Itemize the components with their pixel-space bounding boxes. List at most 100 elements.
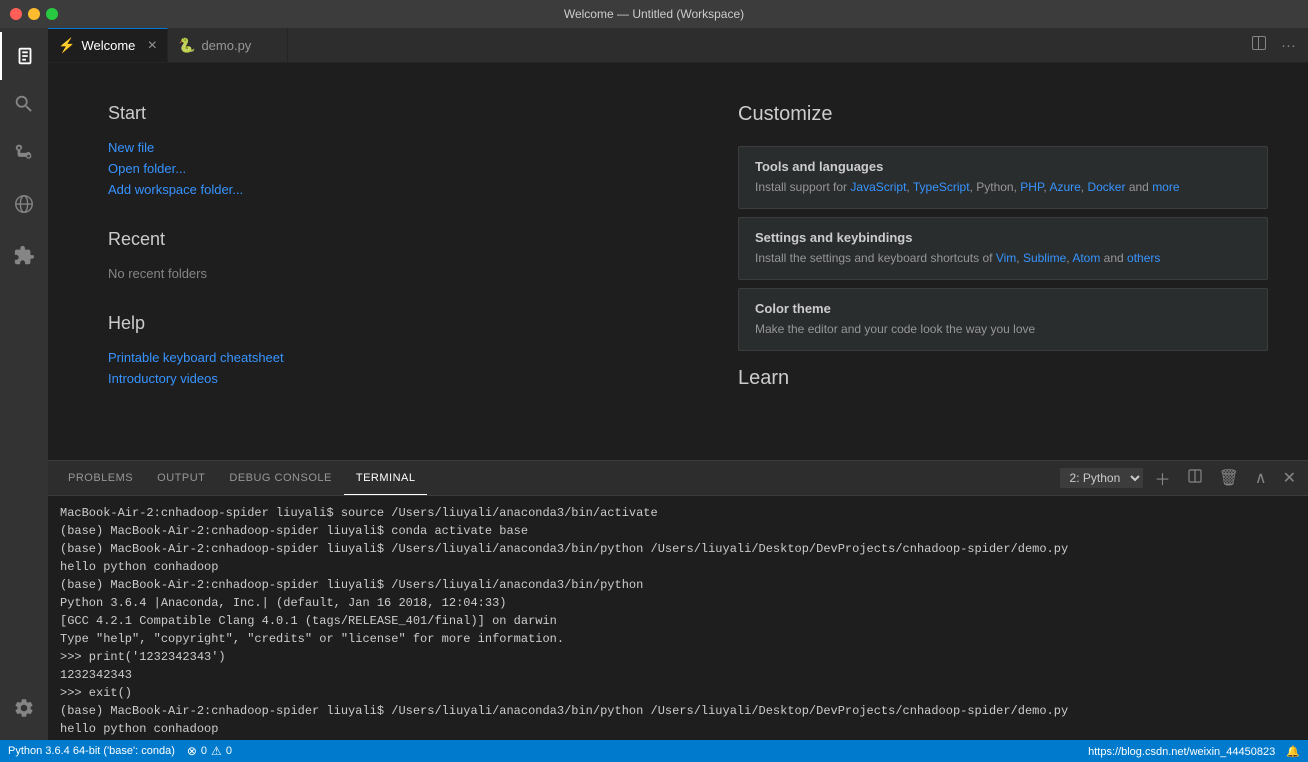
vim-link[interactable]: Vim bbox=[996, 251, 1016, 265]
intro-videos-link[interactable]: Introductory videos bbox=[108, 371, 638, 386]
warn-count: 0 bbox=[226, 745, 232, 757]
activity-icon-extensions[interactable] bbox=[0, 232, 48, 280]
color-theme-card[interactable]: Color theme Make the editor and your cod… bbox=[738, 288, 1268, 351]
recent-section: Recent No recent folders bbox=[108, 229, 638, 281]
settings-keybindings-card[interactable]: Settings and keybindings Install the set… bbox=[738, 217, 1268, 280]
settings-keybindings-title: Settings and keybindings bbox=[755, 230, 1251, 245]
open-folder-link[interactable]: Open folder... bbox=[108, 161, 638, 176]
tools-languages-card[interactable]: Tools and languages Install support for … bbox=[738, 146, 1268, 209]
status-url[interactable]: https://blog.csdn.net/weixin_44450823 bbox=[1088, 746, 1275, 758]
split-editor-button[interactable] bbox=[1247, 33, 1271, 57]
demo-tab-icon: 🐍 bbox=[178, 37, 195, 54]
split-terminal-button[interactable] bbox=[1183, 466, 1207, 491]
terminal-output[interactable]: MacBook-Air-2:cnhadoop-spider liuyali$ s… bbox=[48, 496, 1308, 740]
settings-keybindings-desc: Install the settings and keyboard shortc… bbox=[755, 249, 1251, 267]
azure-link[interactable]: Azure bbox=[1049, 180, 1080, 194]
add-workspace-link[interactable]: Add workspace folder... bbox=[108, 182, 638, 197]
app-container: ⚡ Welcome × 🐍 demo.py ··· bbox=[0, 28, 1308, 740]
activity-icon-source-control[interactable] bbox=[0, 128, 48, 176]
sublime-link[interactable]: Sublime bbox=[1023, 251, 1066, 265]
tools-languages-title: Tools and languages bbox=[755, 159, 1251, 174]
panel-tab-output[interactable]: OUTPUT bbox=[145, 461, 217, 495]
help-heading: Help bbox=[108, 313, 638, 334]
others-link[interactable]: others bbox=[1127, 251, 1160, 265]
error-count: 0 bbox=[201, 745, 207, 757]
more-actions-button[interactable]: ··· bbox=[1277, 35, 1300, 56]
bell-icon[interactable]: 🔔 bbox=[1286, 746, 1300, 758]
status-bar: Python 3.6.4 64-bit ('base': conda) ⊗ 0 … bbox=[0, 740, 1308, 762]
terminal-line-6: Python 3.6.4 |Anaconda, Inc.| (default, … bbox=[60, 594, 1296, 612]
terminal-line-11: >>> exit() bbox=[60, 684, 1296, 702]
welcome-tab-icon: ⚡ bbox=[58, 37, 75, 54]
terminal-line-1: MacBook-Air-2:cnhadoop-spider liuyali$ s… bbox=[60, 504, 1296, 522]
panel: PROBLEMS OUTPUT DEBUG CONSOLE TERMINAL 2… bbox=[48, 460, 1308, 740]
content-area: Start New file Open folder... Add worksp… bbox=[48, 63, 1308, 740]
status-python[interactable]: Python 3.6.4 64-bit ('base': conda) bbox=[8, 745, 175, 757]
status-right: https://blog.csdn.net/weixin_44450823 🔔 bbox=[1088, 745, 1300, 758]
more-link[interactable]: more bbox=[1152, 180, 1179, 194]
terminal-line-8: Type "help", "copyright", "credits" or "… bbox=[60, 630, 1296, 648]
docker-link[interactable]: Docker bbox=[1087, 180, 1125, 194]
tab-welcome[interactable]: ⚡ Welcome × bbox=[48, 28, 168, 62]
start-section: Start New file Open folder... Add worksp… bbox=[108, 103, 638, 197]
tab-welcome-close[interactable]: × bbox=[148, 38, 157, 54]
panel-tab-debug-console[interactable]: DEBUG CONSOLE bbox=[217, 461, 343, 495]
terminal-line-4: hello python conhadoop bbox=[60, 558, 1296, 576]
typescript-link[interactable]: TypeScript bbox=[913, 180, 970, 194]
learn-heading: Learn bbox=[738, 367, 1268, 390]
new-terminal-button[interactable]: ＋ bbox=[1151, 464, 1175, 492]
error-icon: ⊗ bbox=[187, 744, 197, 758]
status-errors[interactable]: ⊗ 0 ⚠ 0 bbox=[187, 744, 232, 758]
kill-terminal-button[interactable]: 🗑 bbox=[1215, 466, 1243, 490]
terminal-selector[interactable]: 2: Python 1: bash bbox=[1060, 468, 1143, 488]
tools-languages-desc: Install support for JavaScript, TypeScri… bbox=[755, 178, 1251, 196]
panel-actions: 2: Python 1: bash ＋ 🗑 ∧ ✕ bbox=[1060, 464, 1300, 492]
window-controls bbox=[10, 8, 58, 20]
javascript-link[interactable]: JavaScript bbox=[850, 180, 906, 194]
terminal-line-13: hello python conhadoop bbox=[60, 720, 1296, 738]
panel-tab-terminal[interactable]: TERMINAL bbox=[344, 461, 428, 495]
terminal-line-7: [GCC 4.2.1 Compatible Clang 4.0.1 (tags/… bbox=[60, 612, 1296, 630]
terminal-line-3: (base) MacBook-Air-2:cnhadoop-spider liu… bbox=[60, 540, 1296, 558]
warn-icon: ⚠ bbox=[211, 744, 222, 758]
maximize-panel-button[interactable]: ∧ bbox=[1251, 466, 1271, 490]
color-theme-title: Color theme bbox=[755, 301, 1251, 316]
close-panel-button[interactable]: ✕ bbox=[1279, 466, 1300, 490]
panel-tab-problems[interactable]: PROBLEMS bbox=[56, 461, 145, 495]
minimize-button[interactable] bbox=[28, 8, 40, 20]
terminal-line-2: (base) MacBook-Air-2:cnhadoop-spider liu… bbox=[60, 522, 1296, 540]
maximize-button[interactable] bbox=[46, 8, 58, 20]
new-file-link[interactable]: New file bbox=[108, 140, 638, 155]
help-section: Help Printable keyboard cheatsheet Intro… bbox=[108, 313, 638, 386]
php-link[interactable]: PHP bbox=[1020, 180, 1043, 194]
start-heading: Start bbox=[108, 103, 638, 124]
terminal-line-12: (base) MacBook-Air-2:cnhadoop-spider liu… bbox=[60, 702, 1296, 720]
no-recent-text: No recent folders bbox=[108, 266, 638, 281]
welcome-left-panel: Start New file Open folder... Add worksp… bbox=[48, 63, 698, 460]
terminal-line-9: >>> print('1232342343') bbox=[60, 648, 1296, 666]
customize-section: Customize Tools and languages Install su… bbox=[738, 103, 1268, 351]
keyboard-cheatsheet-link[interactable]: Printable keyboard cheatsheet bbox=[108, 350, 638, 365]
tab-welcome-label: Welcome bbox=[81, 38, 135, 53]
terminal-line-5: (base) MacBook-Air-2:cnhadoop-spider liu… bbox=[60, 576, 1296, 594]
recent-heading: Recent bbox=[108, 229, 638, 250]
activity-bar bbox=[0, 28, 48, 740]
activity-icon-search[interactable] bbox=[0, 80, 48, 128]
panel-tabs: PROBLEMS OUTPUT DEBUG CONSOLE TERMINAL 2… bbox=[48, 461, 1308, 496]
welcome-right-panel: Customize Tools and languages Install su… bbox=[698, 63, 1308, 460]
tab-demo-label: demo.py bbox=[201, 38, 251, 53]
atom-link[interactable]: Atom bbox=[1072, 251, 1100, 265]
learn-section: Learn bbox=[738, 367, 1268, 390]
tab-bar: ⚡ Welcome × 🐍 demo.py ··· bbox=[48, 28, 1308, 63]
activity-icon-explorer[interactable] bbox=[0, 32, 48, 80]
welcome-page: Start New file Open folder... Add worksp… bbox=[48, 63, 1308, 460]
color-theme-desc: Make the editor and your code look the w… bbox=[755, 320, 1251, 338]
activity-icon-settings[interactable] bbox=[0, 684, 48, 732]
window-title: Welcome — Untitled (Workspace) bbox=[564, 7, 744, 21]
customize-heading: Customize bbox=[738, 103, 1268, 126]
editor-area: ⚡ Welcome × 🐍 demo.py ··· bbox=[48, 28, 1308, 740]
activity-icon-remote[interactable] bbox=[0, 180, 48, 228]
tab-demo-py[interactable]: 🐍 demo.py bbox=[168, 28, 288, 62]
close-button[interactable] bbox=[10, 8, 22, 20]
terminal-line-10: 1232342343 bbox=[60, 666, 1296, 684]
